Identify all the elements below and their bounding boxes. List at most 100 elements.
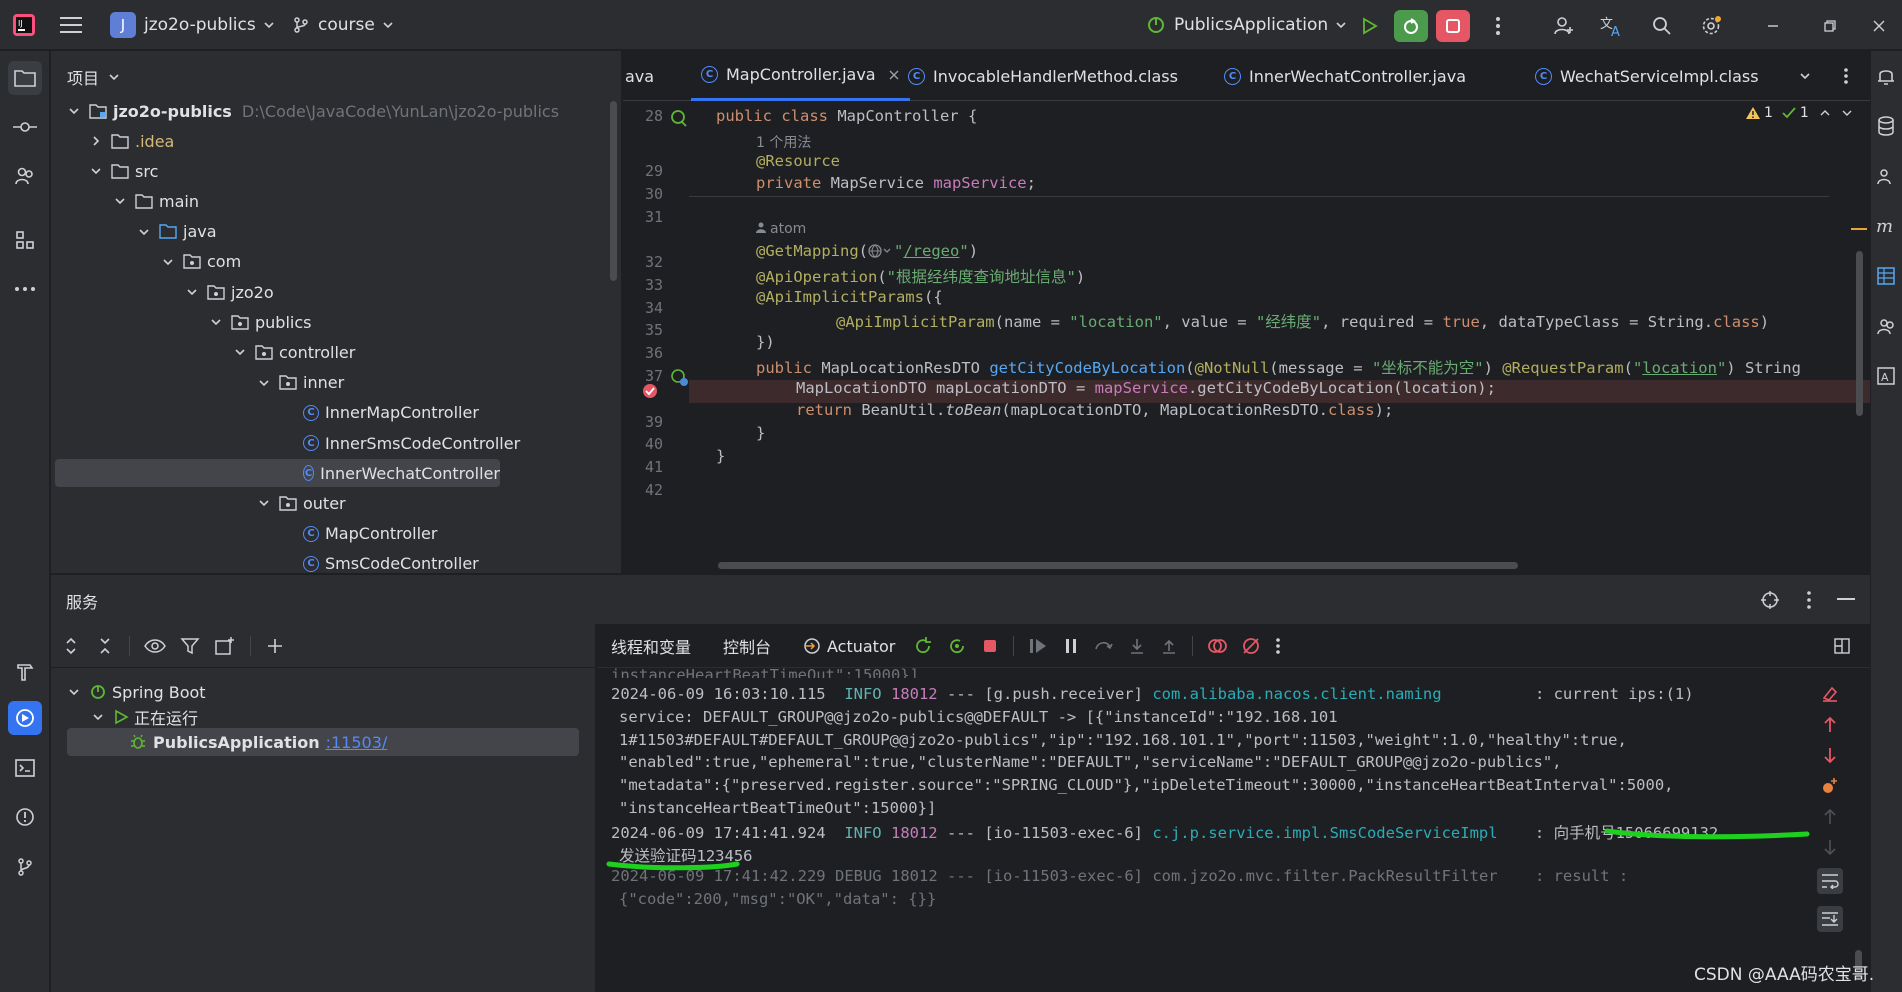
services-tool-button[interactable] <box>8 701 42 735</box>
more-tools-button[interactable] <box>8 272 42 306</box>
eye-icon[interactable] <box>144 636 166 656</box>
services-tree-app[interactable]: PublicsApplication :11503/ <box>67 728 579 756</box>
chevron-down-icon <box>115 198 125 205</box>
collapse-all-icon[interactable] <box>95 636 115 656</box>
breakpoint-icon[interactable] <box>641 382 659 400</box>
project-selector[interactable]: J jzo2o-publics <box>110 0 276 50</box>
request-mapping-gutter-icon[interactable] <box>669 367 689 387</box>
translate-icon: 文A <box>1600 17 1620 37</box>
tab-invocablehandlermethod[interactable]: C InvocableHandlerMethod.class <box>908 51 1178 101</box>
tree-item-jzo2o[interactable]: jzo2o <box>185 278 274 306</box>
project-scrollbar[interactable] <box>610 101 617 281</box>
code-line-29: @Resource <box>756 152 840 170</box>
tab-wechatserviceimpl[interactable]: C WechatServiceImpl.class <box>1535 51 1759 101</box>
code-line-36: }) <box>756 333 775 351</box>
tab-list-button[interactable] <box>1798 51 1812 101</box>
services-people-tool-button[interactable] <box>8 159 42 193</box>
endpoints-button[interactable] <box>1869 259 1902 293</box>
globe-icon[interactable] <box>868 244 894 258</box>
problems-tool-button[interactable] <box>8 800 42 834</box>
more-vertical-icon[interactable] <box>1806 590 1812 610</box>
chevron-down-icon[interactable] <box>1841 107 1853 119</box>
rerun-debug-button[interactable] <box>1394 10 1428 42</box>
build-tool-button[interactable] <box>8 655 42 689</box>
plus-icon[interactable] <box>265 636 285 656</box>
author-hint[interactable]: atom <box>756 221 806 237</box>
more-actions-button[interactable] <box>1481 10 1515 42</box>
database-button[interactable] <box>1869 109 1902 143</box>
tree-item-idea[interactable]: .idea <box>89 127 174 155</box>
branch-selector[interactable]: course <box>292 0 395 50</box>
tree-item-main[interactable]: main <box>113 187 199 215</box>
maven-button[interactable]: m <box>1869 209 1902 243</box>
crosshair-icon[interactable] <box>1760 590 1780 610</box>
tree-item-controller[interactable]: controller <box>233 338 355 366</box>
project-tool-button[interactable] <box>8 61 42 95</box>
arrow-down-icon[interactable] <box>1822 746 1838 764</box>
hide-panel-icon[interactable] <box>1837 598 1855 602</box>
app-port-link[interactable]: :11503/ <box>326 733 388 752</box>
ai-assistant-button[interactable] <box>1869 159 1902 193</box>
close-window-button[interactable] <box>1862 10 1896 42</box>
usage-hint[interactable]: 1 个用法 <box>756 132 811 152</box>
class-icon: C <box>303 465 315 482</box>
search-button[interactable] <box>1645 10 1679 42</box>
settings-button[interactable] <box>1694 10 1728 42</box>
services-tree-springboot[interactable]: Spring Boot <box>67 678 206 706</box>
close-icon[interactable] <box>888 69 900 81</box>
tab-ava[interactable]: ava <box>625 51 654 101</box>
restore-button[interactable] <box>1813 10 1847 42</box>
new-tab-icon[interactable] <box>214 636 236 656</box>
tree-item-innerwechatcontroller[interactable]: C InnerWechatController <box>55 459 500 488</box>
tab-innerwechatcontroller[interactable]: C InnerWechatController.java <box>1224 51 1466 101</box>
code-editor[interactable]: 28 29 30 31 32 33 34 35 36 37 39 40 41 4… <box>623 101 1870 573</box>
run-config-name: PublicsApplication <box>1174 15 1329 35</box>
tree-item-innersmscodecontroller[interactable]: C InnerSmsCodeController <box>303 429 520 457</box>
check-icon <box>1782 107 1796 119</box>
tree-item-com[interactable]: com <box>161 248 241 276</box>
terminal-tool-button[interactable] <box>8 751 42 785</box>
main-menu-icon[interactable] <box>60 0 82 50</box>
vertical-scrollbar[interactable] <box>1856 251 1863 416</box>
code-with-me-button[interactable] <box>1547 10 1581 42</box>
arrow-up-icon[interactable] <box>1822 716 1838 734</box>
scroll-to-end-button[interactable] <box>1817 906 1843 932</box>
minimize-button[interactable] <box>1756 10 1790 42</box>
filter-icon[interactable] <box>180 636 200 656</box>
soft-wrap-button[interactable] <box>1817 868 1843 894</box>
tree-item-publics[interactable]: publics <box>209 308 311 336</box>
tree-item-mapcontroller[interactable]: C MapController <box>303 520 437 548</box>
run-config-selector[interactable]: PublicsApplication <box>1146 0 1348 50</box>
ide-logo-icon[interactable]: IJ <box>12 0 36 50</box>
notifications-button[interactable] <box>1869 59 1902 93</box>
commit-tool-button[interactable] <box>8 110 42 144</box>
tree-root[interactable]: jzo2o-publics D:\Code\JavaCode\YunLan\jz… <box>67 97 559 125</box>
inspections-widget[interactable]: 1 1 <box>1745 105 1853 121</box>
services-tree-running[interactable]: 正在运行 <box>91 703 198 731</box>
tree-item-innermapcontroller[interactable]: C InnerMapController <box>303 399 479 427</box>
git-branch-icon <box>294 17 308 33</box>
arrow-down-icon[interactable] <box>1822 838 1838 856</box>
project-panel-title[interactable]: 项目 <box>67 65 121 89</box>
bean-button[interactable] <box>1869 309 1902 343</box>
run-button[interactable] <box>1352 10 1386 42</box>
tree-item-smscodecontroller[interactable]: C SmsCodeController <box>303 550 479 573</box>
tab-mapcontroller[interactable]: C MapController.java <box>691 51 910 101</box>
arrow-up-icon[interactable] <box>1822 808 1838 826</box>
horizontal-scrollbar[interactable] <box>718 562 1518 569</box>
git-tool-button[interactable] <box>8 850 42 884</box>
expand-all-icon[interactable] <box>61 636 81 656</box>
spring-bean-gutter-icon[interactable] <box>669 107 689 127</box>
chevron-up-icon[interactable] <box>1819 107 1831 119</box>
tree-item-inner[interactable]: inner <box>257 369 344 397</box>
exception-icon[interactable] <box>1820 776 1840 796</box>
tree-item-java[interactable]: java <box>137 218 217 246</box>
font-button[interactable]: A <box>1869 359 1902 393</box>
clear-console-icon[interactable] <box>1820 684 1840 704</box>
stop-button[interactable] <box>1436 10 1470 42</box>
tree-item-src[interactable]: src <box>89 157 158 185</box>
structure-tool-button[interactable] <box>8 223 42 257</box>
tab-more-button[interactable] <box>1843 51 1849 101</box>
translate-button[interactable]: 文A <box>1595 10 1629 42</box>
tree-item-outer[interactable]: outer <box>257 489 346 517</box>
